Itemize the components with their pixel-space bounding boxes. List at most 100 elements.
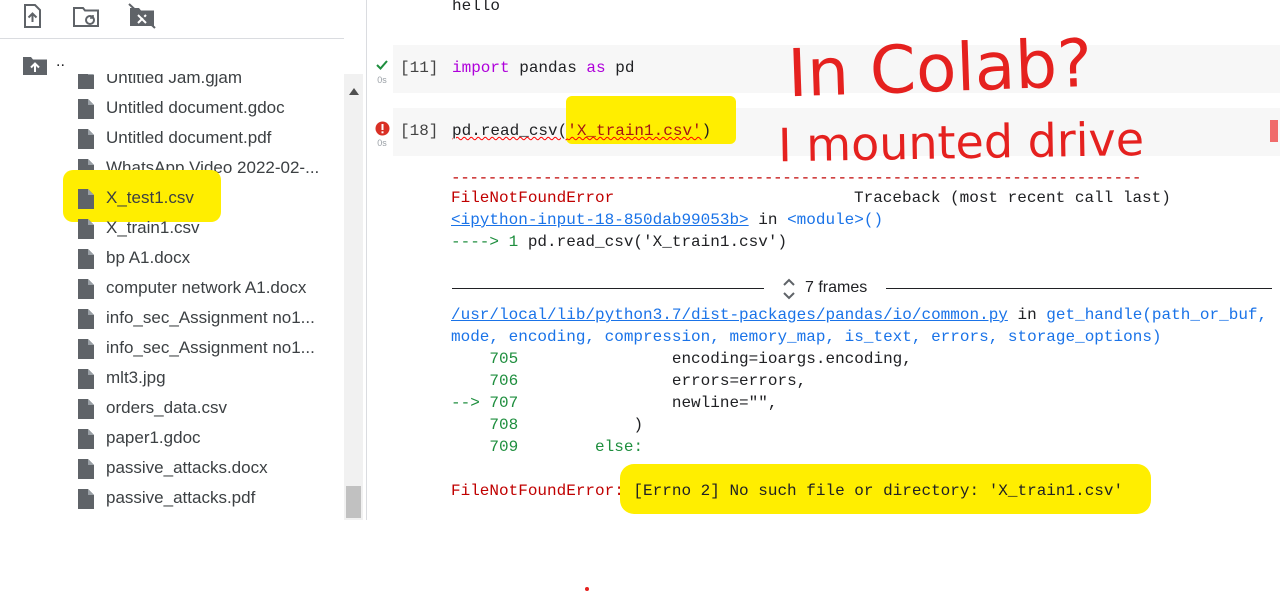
final-error-line: FileNotFoundError: [Errno 2] No such fil… <box>451 480 1123 502</box>
code-text: pandas <box>509 59 587 77</box>
file-name: X_train1.csv <box>106 218 200 237</box>
file-toolbar <box>0 0 344 39</box>
upload-file-icon[interactable] <box>18 2 46 30</box>
in-word: in <box>748 211 788 229</box>
line-number: 709 <box>451 438 519 456</box>
parent-directory-label: .. <box>56 53 65 70</box>
cell-code[interactable]: import pandas as pd <box>452 59 634 77</box>
file-row-passive-attacks-pdf[interactable]: passive_attacks.pdf <box>0 483 340 513</box>
line-number: 706 <box>451 372 519 390</box>
final-error-message: [Errno 2] No such file or directory: 'X_… <box>623 482 1124 500</box>
file-row-untitled-jam[interactable]: Untitled Jam.gjam <box>0 74 340 93</box>
file-icon <box>78 219 94 239</box>
file-row-passive-attacks-docx[interactable]: passive_attacks.docx <box>0 453 340 483</box>
function-ref: get_handle(path_or_buf, <box>1046 306 1268 324</box>
annotation-line-1: In Colab? <box>786 25 1093 113</box>
code-keyword: import <box>452 59 510 77</box>
in-word: in <box>1007 306 1047 324</box>
arrow-code: pd.read_csv('X_train1.csv') <box>527 233 788 251</box>
code-text: ) <box>701 122 712 140</box>
file-name: bp A1.docx <box>106 248 191 267</box>
source-line-707: --> 707 newline="", <box>451 392 777 414</box>
line-code: ) <box>518 416 644 434</box>
file-row-untitled-document-gdoc[interactable]: Untitled document.gdoc <box>0 93 340 123</box>
file-row-x-test1-csv[interactable]: X_test1.csv <box>0 183 340 213</box>
frames-rule-left <box>452 288 764 289</box>
file-row-paper1-gdoc[interactable]: paper1.gdoc <box>0 423 340 453</box>
red-dot-mark <box>585 587 589 591</box>
file-name: X_test1.csv <box>106 188 194 207</box>
file-name: orders_data.csv <box>106 398 227 417</box>
file-icon <box>78 459 94 479</box>
file-icon <box>78 129 94 149</box>
file-row-info-sec-1[interactable]: info_sec_Assignment no1... <box>0 303 340 333</box>
source-line-705: 705 encoding=ioargs.encoding, <box>451 348 911 370</box>
file-icon <box>78 399 94 419</box>
file-name: Untitled document.pdf <box>106 128 272 147</box>
file-row-info-sec-2[interactable]: info_sec_Assignment no1... <box>0 333 340 363</box>
line-number: 705 <box>451 350 519 368</box>
ipython-input-link[interactable]: <ipython-input-18-850dab99053b> <box>451 211 749 229</box>
cell-status-18: 0s <box>374 121 390 148</box>
cell-error-marker <box>1270 120 1278 142</box>
file-icon <box>78 74 94 89</box>
scroll-up-arrow-icon[interactable] <box>349 88 359 95</box>
file-icon <box>78 249 94 269</box>
file-name: passive_attacks.pdf <box>106 488 256 507</box>
file-row-bp-a1-docx[interactable]: bp A1.docx <box>0 243 340 273</box>
file-row-mlt3-jpg[interactable]: mlt3.jpg <box>0 363 340 393</box>
file-name: Untitled Jam.gjam <box>106 74 243 87</box>
line-number: --> 707 <box>451 394 519 412</box>
line-code: newline="", <box>518 394 778 412</box>
source-line-706: 706 errors=errors, <box>451 370 806 392</box>
file-icon <box>78 189 94 209</box>
file-browser-sidebar: .. Untitled Jam.gjam Untitled document.g… <box>0 0 366 520</box>
source-line-708: 708 ) <box>451 414 643 436</box>
traceback-arrow-line: ----> 1 pd.read_csv('X_train1.csv') <box>451 231 787 253</box>
file-row-orders-data-csv[interactable]: orders_data.csv <box>0 393 340 423</box>
traceback-input-line: <ipython-input-18-850dab99053b> in <modu… <box>451 209 883 231</box>
file-name: Untitled document.gdoc <box>106 98 285 117</box>
exec-time: 0s <box>377 75 387 85</box>
code-text: pd <box>605 59 635 77</box>
file-row-computer-network[interactable]: computer network A1.docx <box>0 273 340 303</box>
file-icon <box>78 489 94 509</box>
line-code: else: <box>518 438 644 456</box>
cell-status-11: 0s <box>374 58 390 85</box>
line-number: 708 <box>451 416 519 434</box>
file-name: passive_attacks.docx <box>106 458 268 477</box>
file-row-x-train1-csv[interactable]: X_train1.csv <box>0 213 340 243</box>
previous-cell-output: hello <box>452 0 501 15</box>
file-icon <box>78 309 94 329</box>
file-name: mlt3.jpg <box>106 368 166 387</box>
unmount-drive-icon[interactable] <box>128 2 156 30</box>
refresh-folder-icon[interactable] <box>72 2 100 30</box>
execution-count: [18] <box>400 122 439 140</box>
file-row-untitled-document-pdf[interactable]: Untitled document.pdf <box>0 123 340 153</box>
file-list: Untitled Jam.gjam Untitled document.gdoc… <box>0 74 344 520</box>
file-icon <box>78 279 94 299</box>
source-path-link[interactable]: /usr/local/lib/python3.7/dist-packages/p… <box>451 306 1008 324</box>
file-icon <box>78 429 94 449</box>
execution-count: [11] <box>400 59 439 77</box>
file-name: info_sec_Assignment no1... <box>106 338 315 357</box>
error-name: FileNotFoundError <box>451 189 615 207</box>
arrow-prefix: ----> 1 <box>451 233 528 251</box>
handwritten-annotation: In Colab? I mounted drive <box>778 25 1145 173</box>
file-name: info_sec_Assignment no1... <box>106 308 315 327</box>
code-string: 'X_train1.csv' <box>567 122 702 140</box>
scroll-thumb[interactable] <box>346 486 361 518</box>
traceback-label: Traceback (most recent call last) <box>854 189 1171 207</box>
source-line-709: 709 else: <box>451 436 643 458</box>
cell-code[interactable]: pd.read_csv('X_train1.csv') <box>452 122 711 140</box>
exec-time: 0s <box>377 138 387 148</box>
sidebar-divider[interactable] <box>366 0 367 520</box>
function-args: mode, encoding, compression, memory_map,… <box>451 328 1162 346</box>
file-list-scrollbar[interactable] <box>344 74 363 520</box>
file-name: computer network A1.docx <box>106 278 307 297</box>
checkmark-icon <box>376 60 388 70</box>
file-icon <box>78 369 94 389</box>
final-error-name: FileNotFoundError: <box>451 482 624 500</box>
code-text: pd.read_csv( <box>452 122 568 140</box>
folder-up-icon <box>23 57 47 75</box>
